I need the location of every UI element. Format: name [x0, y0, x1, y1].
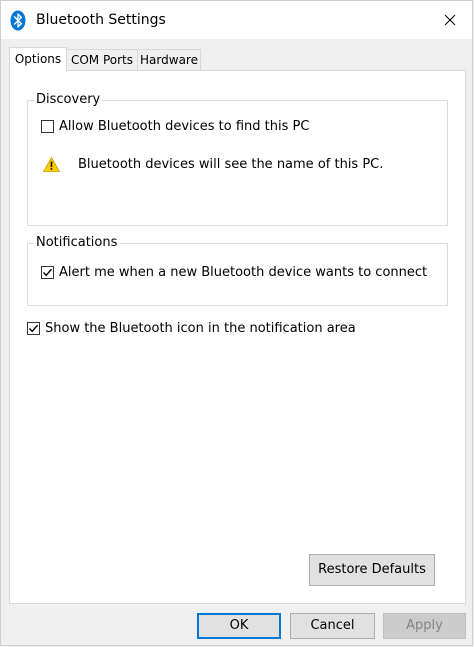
tab-com-ports[interactable]: COM Ports	[66, 49, 138, 71]
alert-checkbox[interactable]	[41, 265, 54, 279]
options-tab-panel: Discovery Allow Bluetooth devices to fin…	[9, 70, 466, 604]
window-title: Bluetooth Settings	[36, 12, 166, 28]
warning-icon	[42, 156, 61, 172]
show-icon-label: Show the Bluetooth icon in the notificat…	[45, 320, 356, 336]
allow-discovery-checkbox[interactable]	[41, 119, 54, 133]
discovery-group: Discovery Allow Bluetooth devices to fin…	[27, 91, 448, 226]
show-icon-checkbox[interactable]	[27, 321, 40, 335]
restore-defaults-button[interactable]: Restore Defaults	[309, 554, 435, 586]
tab-label: Hardware	[140, 53, 198, 67]
tab-label: COM Ports	[70, 53, 134, 67]
alert-label: Alert me when a new Bluetooth device wan…	[59, 264, 428, 280]
tab-label: Options	[14, 52, 62, 66]
checkmark-icon	[42, 268, 53, 276]
ok-button[interactable]: OK	[197, 613, 281, 639]
tab-hardware[interactable]: Hardware	[137, 49, 201, 71]
show-icon-checkbox-row[interactable]: Show the Bluetooth icon in the notificat…	[27, 318, 356, 338]
allow-discovery-checkbox-row[interactable]: Allow Bluetooth devices to find this PC	[41, 116, 309, 136]
discovery-legend: Discovery	[34, 91, 103, 109]
warning-text: Bluetooth devices will see the name of t…	[78, 157, 384, 172]
alert-checkbox-row[interactable]: Alert me when a new Bluetooth device wan…	[41, 262, 427, 282]
bluetooth-icon	[10, 10, 26, 31]
close-icon[interactable]	[440, 10, 460, 30]
bluetooth-settings-dialog: Bluetooth Settings Options COM Ports Har…	[0, 0, 473, 646]
cancel-button[interactable]: Cancel	[290, 613, 375, 639]
checkmark-icon	[28, 324, 39, 332]
discovery-warning: Bluetooth devices will see the name of t…	[42, 156, 384, 172]
allow-discovery-label: Allow Bluetooth devices to find this PC	[59, 118, 310, 134]
title-bar: Bluetooth Settings	[1, 1, 472, 39]
tab-options[interactable]: Options	[9, 47, 67, 72]
notifications-legend: Notifications	[34, 234, 120, 252]
notifications-group: Notifications Alert me when a new Blueto…	[27, 234, 448, 306]
apply-button[interactable]: Apply	[383, 613, 466, 639]
